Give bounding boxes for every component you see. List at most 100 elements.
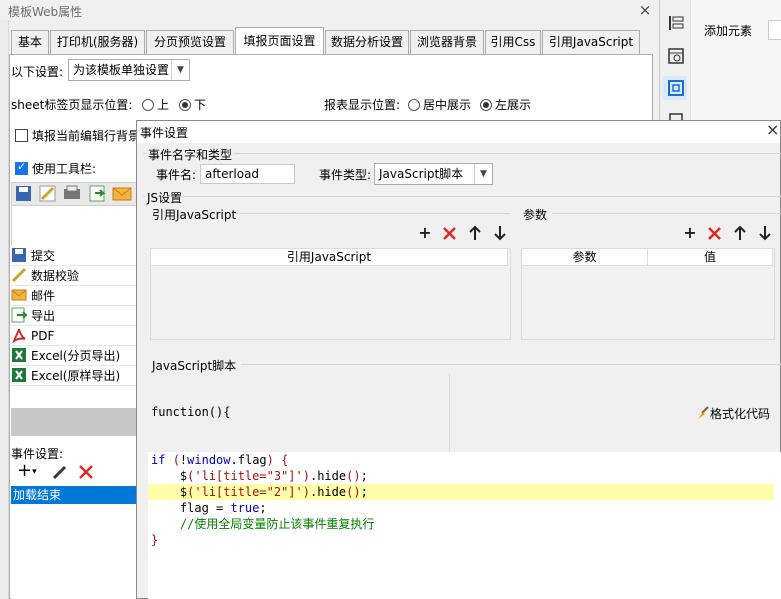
list-item[interactable]: 数据校验 <box>11 266 137 286</box>
settings-scope-select[interactable]: 为该模板单独设置 ▼ <box>68 59 190 81</box>
window-close-button[interactable]: × <box>636 1 654 19</box>
chevron-down-icon: ▼ <box>171 60 189 80</box>
radio-label: 上 <box>157 98 170 112</box>
delete-param-x-icon[interactable] <box>707 226 722 241</box>
toolbar-preview-area <box>11 206 137 246</box>
event-type-select[interactable]: JavaScript脚本 ▼ <box>374 163 493 185</box>
add-element-input[interactable] <box>768 20 781 40</box>
event-name-label: 事件名: <box>156 168 197 182</box>
settings-label: 以下设置: <box>11 65 64 79</box>
move-up-arrow-icon[interactable] <box>733 225 747 241</box>
list-item-label: 邮件 <box>31 289 56 303</box>
sheet-tab-top-radio[interactable]: 上 <box>142 96 169 113</box>
report-position-label: 报表显示位置: <box>324 98 401 112</box>
toolbar-preview <box>11 182 137 206</box>
window-title: 模板Web属性 <box>8 5 83 19</box>
list-item[interactable]: Excel(原样导出) <box>11 366 137 386</box>
radio-label: 下 <box>194 98 207 112</box>
list-item[interactable]: 导出 <box>11 306 137 326</box>
tab-data-analysis[interactable]: 数据分析设置 <box>325 30 409 54</box>
list-item-label: Excel(原样导出) <box>31 369 121 383</box>
radio-icon <box>408 99 420 111</box>
list-item[interactable]: 邮件 <box>11 286 137 306</box>
params-column-header-param: 参数 <box>521 248 648 266</box>
section-divider <box>552 213 781 214</box>
ref-js-column-header: 引用JavaScript <box>150 248 508 266</box>
move-down-arrow-icon[interactable] <box>758 225 772 241</box>
event-name-input[interactable]: afterload <box>200 164 295 184</box>
add-param-button[interactable]: + <box>682 225 698 241</box>
event-list-item-selected[interactable]: 加载结束 <box>11 486 137 504</box>
submit-icon <box>12 248 26 262</box>
radio-label: 居中展示 <box>423 98 472 112</box>
section-divider <box>241 364 781 365</box>
event-type-value: JavaScript脚本 <box>379 167 464 181</box>
edit-pencil-icon[interactable] <box>52 464 68 480</box>
tab-ref-css[interactable]: 引用Css <box>485 30 541 54</box>
widget-frame-icon[interactable] <box>667 79 685 97</box>
add-event-button[interactable]: +▾ <box>17 462 37 481</box>
js-settings-group-title: JS设置 <box>145 189 185 206</box>
group-border <box>143 153 781 154</box>
list-item-label: Excel(分页导出) <box>31 349 121 363</box>
highlight-edit-row-checkbox[interactable]: 填报当前编辑行背景 <box>15 127 140 144</box>
tab-basic[interactable]: 基本 <box>11 30 49 54</box>
params-column-header-value: 值 <box>647 248 773 266</box>
code-line: $('li[title="3"]').hide(); <box>151 469 368 483</box>
delete-ref-x-icon[interactable] <box>442 226 457 241</box>
list-item-label: 提交 <box>31 249 56 263</box>
code-line: } <box>151 533 159 547</box>
format-code-button[interactable]: 格式化代码 <box>696 405 770 422</box>
tab-fill-page-settings[interactable]: 填报页面设置 <box>235 27 324 55</box>
settings-panel-icon[interactable] <box>667 47 685 65</box>
export-icon <box>11 307 27 323</box>
code-line: $('li[title="2"]').hide(); <box>151 485 368 499</box>
code-line: flag = true; <box>151 501 267 515</box>
list-empty-area <box>11 386 137 408</box>
list-item-label: 数据校验 <box>31 269 80 283</box>
sheet-tab-bottom-radio[interactable]: 下 <box>179 96 206 113</box>
list-item[interactable]: PDF <box>11 326 137 346</box>
event-list-area <box>11 504 137 599</box>
use-toolbar-checkbox[interactable]: 使用工具栏: <box>15 160 96 177</box>
code-line: if (!window.flag) { <box>151 453 289 467</box>
pencil-check-icon <box>11 267 27 283</box>
report-left-radio[interactable]: 左展示 <box>480 96 531 113</box>
add-element-label: 添加元素 <box>704 24 753 38</box>
move-up-arrow-icon[interactable] <box>468 225 482 241</box>
pdf-icon <box>12 328 26 343</box>
radio-label: 左展示 <box>495 98 532 112</box>
dialog-title: 事件设置 <box>140 126 189 140</box>
excel-icon <box>12 368 26 382</box>
add-ref-button[interactable]: + <box>417 225 433 241</box>
broom-icon <box>698 406 709 419</box>
toolbar-preview-icons <box>16 185 132 202</box>
list-item[interactable]: 提交 <box>11 246 137 266</box>
delete-x-icon[interactable] <box>78 464 94 480</box>
ref-js-label: 引用JavaScript <box>152 208 237 222</box>
sheet-tab-position-label: sheet标签页显示位置: <box>11 98 133 112</box>
tab-printer-server[interactable]: 打印机(服务器) <box>50 30 145 54</box>
function-header: function(){ <box>151 405 231 419</box>
radio-selected-icon <box>480 99 492 111</box>
checkbox-label: 填报当前编辑行背景 <box>32 129 141 143</box>
script-label: JavaScript脚本 <box>152 359 237 373</box>
dialog-close-button[interactable]: × <box>766 120 779 139</box>
tab-browser-background[interactable]: 浏览器背景 <box>410 30 484 54</box>
list-item-label: PDF <box>31 329 55 343</box>
move-down-arrow-icon[interactable] <box>493 225 507 241</box>
tab-ref-javascript[interactable]: 引用JavaScript <box>542 30 640 54</box>
left-edge-strip <box>0 20 9 599</box>
group-border <box>143 196 781 197</box>
list-item[interactable]: Excel(分页导出) <box>11 346 137 366</box>
checkbox-checked-icon <box>15 160 28 175</box>
checkbox-label: 使用工具栏: <box>32 162 97 176</box>
excel-icon <box>12 348 26 362</box>
layout-icon[interactable] <box>667 14 685 32</box>
report-center-radio[interactable]: 居中展示 <box>408 96 471 113</box>
tab-page-preview[interactable]: 分页预览设置 <box>146 30 234 54</box>
chevron-down-icon: ▼ <box>474 164 492 184</box>
event-type-label: 事件类型: <box>319 168 372 182</box>
mail-icon <box>11 289 27 301</box>
radio-selected-icon <box>179 99 191 111</box>
